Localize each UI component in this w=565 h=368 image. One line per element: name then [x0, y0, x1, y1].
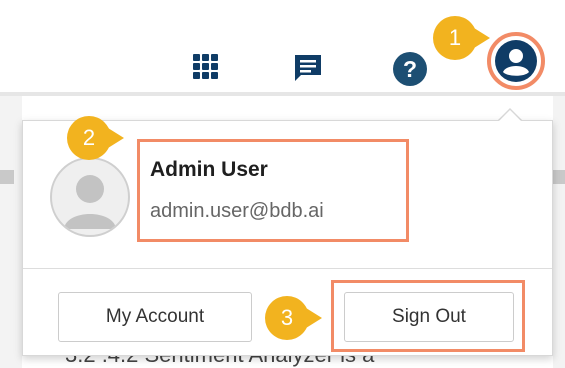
background-bar-right [553, 170, 565, 184]
step-marker-3: 3 [265, 296, 322, 340]
step-marker-2: 2 [67, 116, 124, 160]
background-panel-left [0, 96, 22, 368]
background-panel-right [553, 96, 565, 368]
dropdown-caret-inner [498, 110, 522, 122]
help-icon[interactable]: ? [388, 47, 432, 91]
step-marker-1: 1 [433, 16, 490, 60]
apps-grid [192, 53, 218, 79]
user-email: admin.user@bdb.ai [150, 200, 324, 222]
dropdown-divider [23, 268, 552, 269]
avatar [50, 157, 130, 237]
sign-out-button[interactable]: Sign Out [344, 292, 514, 342]
svg-text:?: ? [403, 56, 417, 82]
apps-grid-icon[interactable] [190, 51, 220, 81]
avatar-person-icon [64, 175, 116, 229]
my-account-button[interactable]: My Account [58, 292, 252, 342]
screenshot-stage: ? 3.2 .4.2 Sentiment Analyzer is a Admin… [0, 0, 565, 368]
background-bar-left [0, 170, 14, 184]
user-profile-icon[interactable] [486, 31, 546, 91]
user-name: Admin User [150, 158, 268, 181]
chat-icon[interactable] [291, 51, 325, 85]
topbar-divider [0, 92, 565, 96]
user-info-highlight [137, 139, 409, 242]
